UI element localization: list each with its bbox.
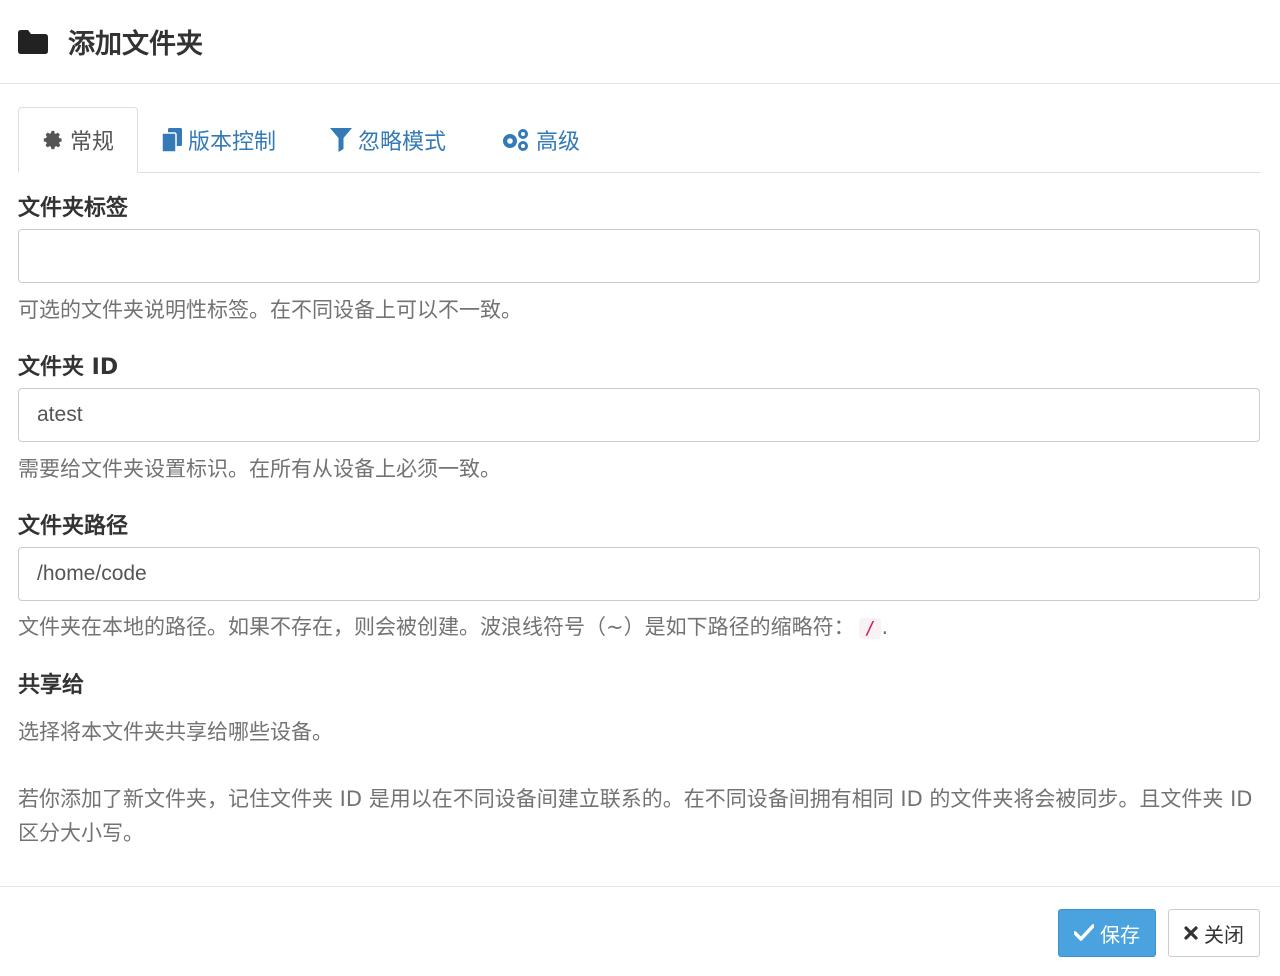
share-with-title: 共享给	[18, 673, 85, 698]
folder-label-input[interactable]	[18, 229, 1260, 283]
share-with-help: 选择将本文件夹共享给哪些设备。	[18, 720, 333, 744]
tab-general-label: 常规	[69, 130, 114, 155]
tab-general[interactable]: 常规	[18, 107, 138, 173]
folder-path-help: 文件夹在本地的路径。如果不存在，则会被创建。波浪线符号（~）是如下路径的缩略符：…	[18, 611, 888, 641]
check-icon	[1074, 924, 1094, 941]
add-folder-dialog: 添加文件夹 常规 版本控制 忽略模式 高级 文件夹标签 可选的文件夹说明性标签。…	[0, 0, 1280, 975]
dialog-footer: 保存 关闭	[0, 886, 1280, 976]
tab-ignore-label: 忽略模式	[358, 129, 447, 155]
gear-icon	[43, 130, 62, 150]
gears-icon	[503, 128, 528, 151]
folder-path-input[interactable]	[18, 547, 1260, 601]
home-path-code: /	[858, 618, 882, 639]
folder-path-help-suffix: .	[881, 615, 889, 639]
close-button-label: 关闭	[1204, 922, 1244, 947]
folder-label-help: 可选的文件夹说明性标签。在不同设备上可以不一致。	[18, 298, 522, 322]
folder-id-title: 文件夹 ID	[18, 355, 119, 380]
folder-id-help: 需要给文件夹设置标识。在所有从设备上必须一致。	[18, 457, 501, 481]
folder-id-note: 若你添加了新文件夹，记住文件夹 ID 是用以在不同设备间建立联系的。在不同设备间…	[18, 787, 1253, 845]
tab-advanced-label: 高级	[536, 129, 581, 155]
folder-id-input[interactable]	[18, 388, 1260, 442]
dialog-header: 添加文件夹	[0, 0, 1280, 84]
dialog-title: 添加文件夹	[68, 29, 203, 60]
folder-path-help-text: 文件夹在本地的路径。如果不存在，则会被创建。波浪线符号（~）是如下路径的缩略符：	[18, 615, 855, 639]
close-button[interactable]: 关闭	[1168, 909, 1260, 957]
files-icon	[162, 127, 182, 152]
close-icon	[1184, 926, 1198, 940]
tab-versioning[interactable]: 版本控制	[158, 107, 280, 172]
tab-bar: 常规 版本控制 忽略模式 高级	[18, 107, 1260, 173]
folder-icon	[18, 29, 48, 54]
folder-path-title: 文件夹路径	[18, 514, 129, 539]
tab-advanced[interactable]: 高级	[496, 107, 584, 172]
filter-icon	[330, 127, 352, 152]
save-button[interactable]: 保存	[1058, 909, 1156, 957]
folder-label-title: 文件夹标签	[18, 196, 129, 221]
save-button-label: 保存	[1100, 922, 1140, 947]
tab-versioning-label: 版本控制	[188, 129, 277, 155]
tab-ignore-patterns[interactable]: 忽略模式	[326, 107, 450, 172]
